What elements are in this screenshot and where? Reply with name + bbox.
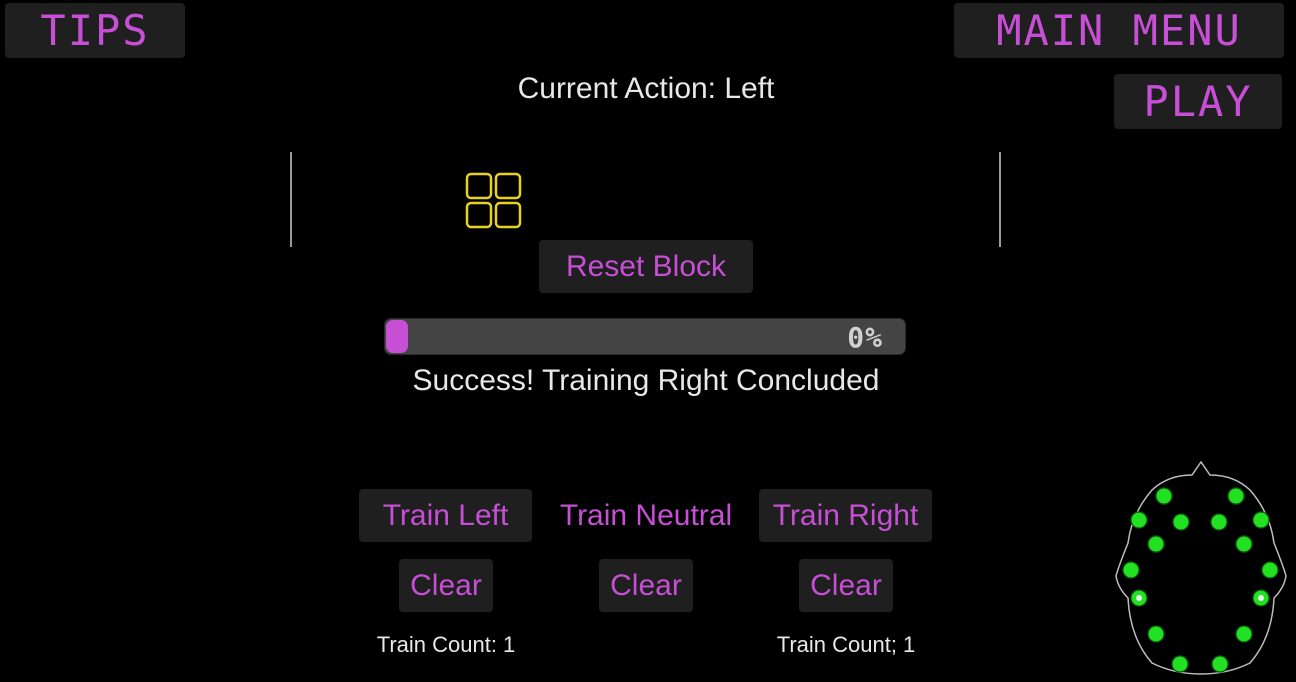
tips-button[interactable]: TIPS bbox=[5, 3, 185, 58]
sensor-dot bbox=[1130, 511, 1148, 529]
sensor-glow bbox=[1258, 595, 1264, 601]
sensor-glow bbox=[1136, 595, 1142, 601]
sensor-group bbox=[1122, 487, 1279, 673]
train-count-right: Train Count; 1 bbox=[776, 632, 916, 657]
sensor-dot bbox=[1122, 561, 1140, 579]
training-screen: TIPS MAIN MENU PLAY Current Action: Left… bbox=[0, 0, 1296, 682]
sensor-dot bbox=[1155, 487, 1173, 505]
main-menu-button[interactable]: MAIN MENU bbox=[954, 3, 1284, 58]
sensor-dot bbox=[1211, 655, 1229, 673]
clear-left-button[interactable]: Clear bbox=[399, 559, 493, 612]
sensor-dot bbox=[1235, 625, 1253, 643]
sensor-dot bbox=[1252, 511, 1270, 529]
right-boundary-line bbox=[999, 152, 1001, 247]
sensor-dot bbox=[1227, 487, 1245, 505]
sensor-dot bbox=[1210, 513, 1228, 531]
training-status-text: Success! Training Right Concluded bbox=[412, 364, 880, 397]
training-progress-bar: 0% bbox=[384, 318, 906, 355]
block-grid-icon bbox=[465, 172, 522, 229]
train-neutral-button[interactable]: Train Neutral bbox=[548, 489, 744, 542]
sensor-dot bbox=[1147, 625, 1165, 643]
clear-right-button[interactable]: Clear bbox=[799, 559, 893, 612]
progress-percent: 0% bbox=[847, 321, 883, 354]
train-left-button[interactable]: Train Left bbox=[359, 489, 532, 542]
clear-neutral-button[interactable]: Clear bbox=[599, 559, 693, 612]
sensor-dot bbox=[1172, 513, 1190, 531]
left-boundary-line bbox=[290, 152, 292, 247]
current-action-label: Current Action: Left bbox=[517, 72, 775, 105]
reset-block-button[interactable]: Reset Block bbox=[539, 240, 753, 293]
head-outline bbox=[1115, 460, 1287, 675]
eeg-headset-icon bbox=[1115, 460, 1287, 675]
sensor-dot bbox=[1235, 535, 1253, 553]
train-right-button[interactable]: Train Right bbox=[759, 489, 932, 542]
sensor-dot bbox=[1147, 535, 1165, 553]
sensor-dot bbox=[1261, 561, 1279, 579]
train-count-left: Train Count: 1 bbox=[376, 632, 516, 657]
progress-fill bbox=[386, 320, 408, 353]
sensor-dot bbox=[1171, 655, 1189, 673]
